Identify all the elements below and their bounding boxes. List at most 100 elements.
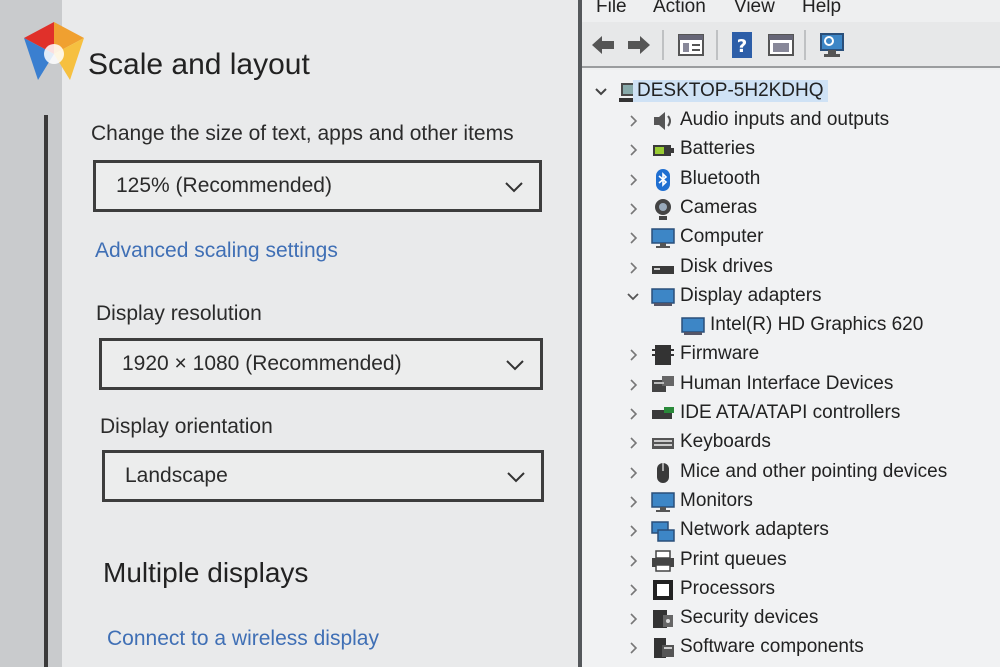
tree-node-label: Print queues	[680, 548, 787, 570]
scale-label: Change the size of text, apps and other …	[91, 122, 514, 145]
tree-category-audio-inputs-and-outputs[interactable]: Audio inputs and outputs	[626, 107, 1000, 135]
tree-category-keyboards[interactable]: Keyboards	[626, 429, 1000, 457]
chevron-right-icon[interactable]	[626, 581, 640, 599]
menu-bar: File Action View Help	[582, 0, 1000, 22]
update-driver-icon[interactable]	[766, 30, 796, 60]
chevron-right-icon[interactable]	[626, 200, 640, 218]
wireless-display-link[interactable]: Connect to a wireless display	[107, 627, 379, 651]
svg-text:?: ?	[737, 36, 747, 57]
tree-node-label: Keyboards	[680, 431, 771, 453]
printer-icon	[652, 549, 674, 572]
tree-category-security-devices[interactable]: Security devices	[626, 605, 1000, 633]
resolution-label: Display resolution	[96, 302, 262, 325]
properties-icon[interactable]	[676, 30, 706, 60]
toolbar-separator	[716, 30, 718, 60]
chevron-right-icon[interactable]	[626, 376, 640, 394]
scan-hardware-icon[interactable]	[817, 30, 847, 60]
advanced-scaling-link[interactable]: Advanced scaling settings	[95, 239, 338, 263]
chevron-down-icon[interactable]	[626, 288, 640, 306]
tree-category-firmware[interactable]: Firmware	[626, 341, 1000, 369]
bluetooth-icon	[656, 168, 670, 191]
tree-category-disk-drives[interactable]: Disk drives	[626, 254, 1000, 282]
chevron-down-icon	[505, 182, 523, 193]
chevron-right-icon[interactable]	[626, 464, 640, 482]
tree-category-mice-and-other-pointing-devices[interactable]: Mice and other pointing devices	[626, 459, 1000, 487]
resolution-dropdown-value: 1920 × 1080 (Recommended)	[122, 352, 402, 375]
processor-icon	[653, 579, 673, 600]
orientation-dropdown[interactable]: Landscape	[102, 450, 544, 502]
tree-category-network-adapters[interactable]: Network adapters	[626, 517, 1000, 545]
help-icon[interactable]: ?	[727, 30, 757, 60]
network-icon	[651, 521, 675, 542]
menu-help[interactable]: Help	[802, 0, 841, 18]
tree-node-label: Mice and other pointing devices	[680, 460, 948, 482]
chevron-right-icon[interactable]	[626, 346, 640, 364]
chevron-right-icon[interactable]	[626, 229, 640, 247]
tree-node-label: Monitors	[680, 489, 753, 511]
display-settings-panel: Scale and layout Change the size of text…	[62, 0, 578, 667]
tree-category-print-queues[interactable]: Print queues	[626, 547, 1000, 575]
camera-icon	[655, 198, 671, 220]
tree-category-software-components[interactable]: Software components	[626, 634, 1000, 662]
tree-category-processors[interactable]: Processors	[626, 576, 1000, 604]
orientation-dropdown-value: Landscape	[125, 464, 228, 487]
monitor-icon	[651, 228, 675, 249]
chevron-right-icon[interactable]	[626, 112, 640, 130]
software-icon	[654, 638, 674, 659]
tree-category-computer[interactable]: Computer	[626, 224, 1000, 252]
chevron-down-icon[interactable]	[594, 83, 608, 101]
menu-view[interactable]: View	[734, 0, 775, 18]
scale-dropdown[interactable]: 125% (Recommended)	[93, 160, 542, 212]
scale-layout-title: Scale and layout	[88, 48, 310, 81]
scale-dropdown-value: 125% (Recommended)	[116, 174, 332, 197]
chevron-right-icon[interactable]	[626, 552, 640, 570]
chevron-right-icon[interactable]	[626, 434, 640, 452]
display-adapter-icon	[651, 288, 675, 306]
tree-node-label: Intel(R) HD Graphics 620	[710, 314, 924, 336]
multiple-displays-title: Multiple displays	[103, 557, 309, 588]
monitor-icon	[651, 492, 675, 512]
tree-category-display-adapters[interactable]: Display adapters	[626, 283, 1000, 311]
tree-category-cameras[interactable]: Cameras	[626, 195, 1000, 223]
tree-category-ide-ata-atapi-controllers[interactable]: IDE ATA/ATAPI controllers	[626, 400, 1000, 428]
menu-file[interactable]: File	[596, 0, 627, 18]
chevron-right-icon[interactable]	[626, 405, 640, 423]
chevron-down-icon	[506, 360, 524, 371]
tree-device-intel-r-hd-graphics-620[interactable]: Intel(R) HD Graphics 620	[656, 312, 1000, 340]
chevron-right-icon[interactable]	[626, 639, 640, 657]
settings-nav-edge	[44, 115, 48, 667]
chevron-right-icon[interactable]	[626, 522, 640, 540]
chevron-right-icon[interactable]	[626, 610, 640, 628]
device-manager-window: File Action View Help ? DESKTOP-5H2KDHQ …	[582, 0, 1000, 667]
tree-category-monitors[interactable]: Monitors	[626, 488, 1000, 516]
resolution-dropdown[interactable]: 1920 × 1080 (Recommended)	[99, 338, 543, 390]
disk-drive-icon	[652, 265, 674, 274]
tree-node-label: Bluetooth	[680, 167, 761, 189]
chevron-right-icon[interactable]	[626, 259, 640, 277]
device-tree: DESKTOP-5H2KDHQ Audio inputs and outputs…	[582, 70, 1000, 667]
forward-arrow-icon[interactable]	[624, 30, 654, 60]
orientation-label: Display orientation	[100, 415, 273, 438]
firmware-icon	[652, 345, 674, 366]
chevron-right-icon[interactable]	[626, 141, 640, 159]
tree-node-label: Human Interface Devices	[680, 372, 894, 394]
tree-node-label: Security devices	[680, 607, 819, 629]
tree-node-label: Processors	[680, 577, 776, 599]
tree-category-human-interface-devices[interactable]: Human Interface Devices	[626, 371, 1000, 399]
watermark-logo-icon	[24, 22, 84, 80]
keyboard-icon	[652, 438, 674, 450]
tree-root[interactable]: DESKTOP-5H2KDHQ	[594, 78, 994, 106]
display-adapter-icon	[681, 317, 705, 336]
hid-icon	[652, 375, 674, 392]
menu-action[interactable]: Action	[653, 0, 706, 18]
tree-node-label: Software components	[680, 636, 864, 658]
tree-node-label: Cameras	[680, 196, 758, 218]
tree-node-label: Disk drives	[680, 255, 773, 277]
tree-category-bluetooth[interactable]: Bluetooth	[626, 166, 1000, 194]
chevron-right-icon[interactable]	[626, 171, 640, 189]
chevron-down-icon	[507, 472, 525, 483]
tree-node-label: Firmware	[680, 343, 760, 365]
tree-category-batteries[interactable]: Batteries	[626, 136, 1000, 164]
back-arrow-icon[interactable]	[588, 30, 618, 60]
chevron-right-icon[interactable]	[626, 493, 640, 511]
